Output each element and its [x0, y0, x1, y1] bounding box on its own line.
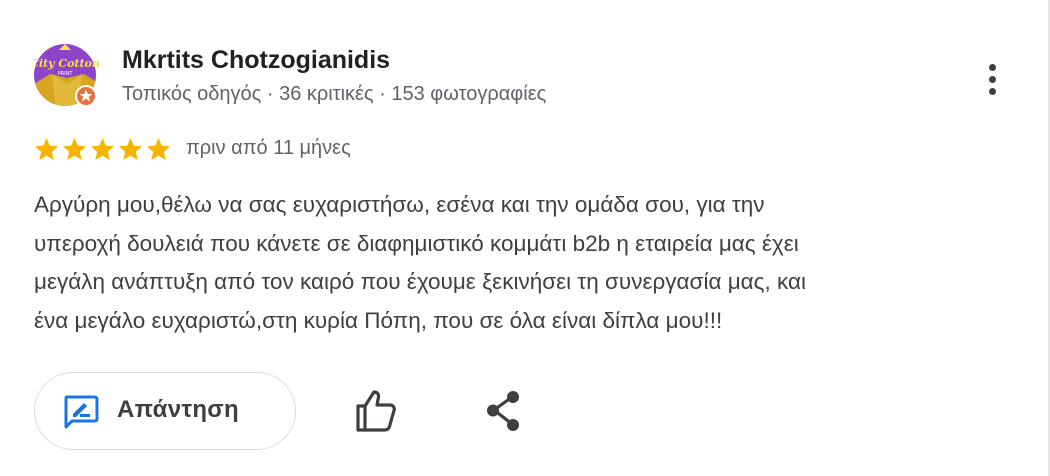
review-text-line: μεγάλη ανάπτυξη από τον καιρό που έχουμε…: [34, 269, 806, 294]
share-button[interactable]: [482, 388, 526, 434]
avatar-text-bottom: PRINT: [58, 71, 74, 77]
more-vert-icon: [988, 63, 996, 71]
star-icon: [90, 138, 115, 160]
star-icon: [62, 138, 87, 160]
review-text: Αργύρη μου,θέλω να σας ευχαριστήσω, εσέν…: [34, 186, 1024, 340]
share-icon: [487, 391, 519, 431]
more-vert-dot: [988, 75, 996, 83]
star-icon: [146, 138, 171, 160]
review-text-line: υπεροχή δουλειά που κάνετε σε διαφημιστι…: [34, 230, 799, 256]
author-name[interactable]: Mkrtits Chotzogianidis: [122, 46, 390, 75]
review-text-line: ένα μεγάλο ευχαριστώ,στη κυρία Πόπη, που…: [34, 307, 723, 333]
reply-button[interactable]: Απάντηση: [34, 372, 296, 450]
review-time: πριν από 11 μήνες: [186, 137, 351, 159]
like-button[interactable]: [352, 388, 400, 434]
avatar-text-top: City Cotton: [34, 57, 100, 70]
author-meta: Τοπικός οδηγός · 36 κριτικές · 153 φωτογ…: [122, 83, 547, 105]
star-icon: [118, 138, 143, 160]
review-card: City Cotton PRINT Mkrtits Chotzogianidis…: [0, 0, 1050, 476]
avatar-image: City Cotton PRINT: [30, 44, 100, 107]
thumb-up-icon: [356, 390, 396, 432]
more-options-button[interactable]: [976, 58, 1008, 100]
review-text-line: Αργύρη μου,θέλω να σας ευχαριστήσω, εσέν…: [34, 192, 765, 217]
rate-review-icon: [64, 395, 99, 429]
star-icon: [34, 138, 59, 160]
star-rating: [33, 136, 172, 164]
avatar[interactable]: City Cotton PRINT: [30, 44, 100, 110]
reply-label: Απάντηση: [117, 396, 239, 423]
more-vert-dot: [988, 87, 996, 95]
